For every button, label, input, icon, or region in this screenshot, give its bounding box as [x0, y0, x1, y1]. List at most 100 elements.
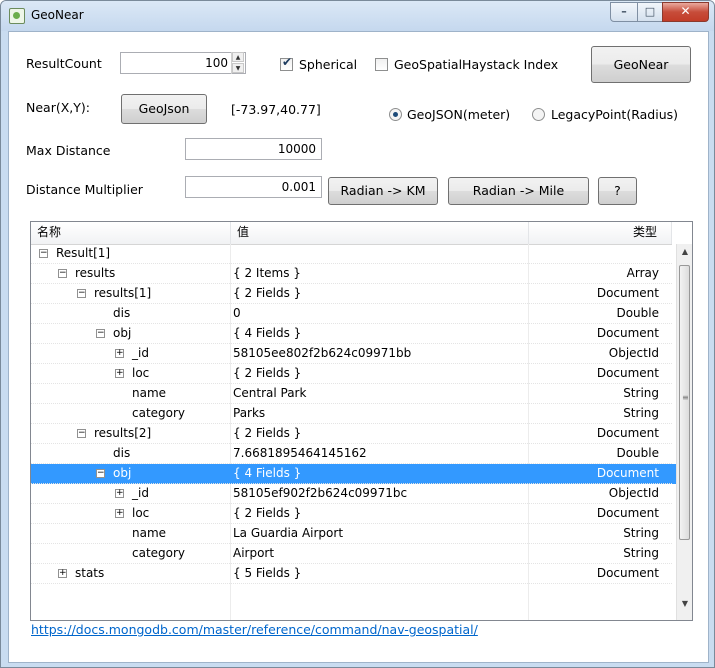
expand-icon[interactable]: + [115, 489, 124, 498]
help-button[interactable]: ? [598, 177, 637, 205]
tree-cell-value: Parks [233, 406, 266, 420]
radian-mile-button[interactable]: Radian -> Mile [448, 177, 589, 205]
collapse-icon[interactable]: − [77, 429, 86, 438]
tree-cell-value: La Guardia Airport [233, 526, 344, 540]
tree-cell-name: dis [31, 304, 228, 324]
tree-node-label: obj [113, 326, 132, 340]
collapse-icon[interactable]: − [39, 249, 48, 258]
tree-node-label: loc [132, 366, 150, 380]
tree-node-label: dis [113, 306, 131, 320]
window-title: GeoNear [31, 8, 84, 22]
tree-row[interactable]: + stats { 5 Fields } Document [31, 564, 677, 584]
haystack-checkbox[interactable] [375, 58, 388, 71]
tree-cell-name: − results [31, 264, 228, 284]
geonear-button[interactable]: GeoNear [591, 46, 691, 83]
scroll-down-icon[interactable]: ▼ [677, 596, 692, 612]
collapse-icon[interactable]: − [96, 329, 105, 338]
tree-cell-value: 0 [233, 306, 241, 320]
radian-km-button[interactable]: Radian -> KM [328, 177, 438, 205]
tree-cell-type: Document [596, 366, 659, 380]
tree-cell-name: − Result[1] [31, 244, 228, 264]
tree-cell-type: Document [596, 326, 659, 340]
tree-row[interactable]: category Parks String [31, 404, 677, 424]
near-coordinates: [-73.97,40.77] [231, 102, 321, 117]
tree-node-label: name [132, 526, 167, 540]
tree-row[interactable]: category Airport String [31, 544, 677, 564]
tree-node-label: results [75, 266, 116, 280]
tree-cell-name: − results[1] [31, 284, 228, 304]
max-distance-input[interactable]: 10000 [185, 138, 322, 160]
tree-cell-value: 58105ee802f2b624c09971bb [233, 346, 412, 360]
maximize-button[interactable]: □ [637, 2, 663, 22]
stepper-down-icon[interactable]: ▼ [232, 63, 244, 73]
result-tree[interactable]: 名称 值 类型 − Result[1] − results{ 2 Items } Arr… [30, 221, 693, 621]
collapse-icon[interactable]: − [58, 269, 67, 278]
geojson-radio[interactable] [389, 108, 402, 121]
scroll-thumb[interactable]: ≡ [679, 265, 690, 540]
tree-row[interactable]: + _id 58105ef902f2b624c09971bc ObjectId [31, 484, 677, 504]
tree-row[interactable]: + loc { 2 Fields } Document [31, 364, 677, 384]
docs-link[interactable]: https://docs.mongodb.com/master/referenc… [31, 622, 478, 637]
tree-row[interactable]: name La Guardia Airport String [31, 524, 677, 544]
collapse-icon[interactable]: − [96, 469, 105, 478]
title-bar[interactable]: GeoNear – □ ✕ [1, 1, 714, 31]
tree-cell-type: Double [616, 306, 659, 320]
tree-row[interactable]: dis 0 Double [31, 304, 677, 324]
tree-row[interactable]: − obj { 4 Fields } Document [31, 464, 677, 484]
tree-cell-value: { 4 Fields } [233, 466, 302, 480]
tree-cell-name: category [31, 544, 228, 564]
tree-row[interactable]: − results[1] { 2 Fields } Document [31, 284, 677, 304]
tree-node-label: stats [75, 566, 105, 580]
tree-cell-name: − obj [31, 324, 228, 344]
tree-cell-type: Document [596, 506, 659, 520]
tree-cell-value: { 2 Fields } [233, 426, 302, 440]
tree-cell-name: − results[2] [31, 424, 228, 444]
tree-header: 名称 值 类型 [31, 222, 672, 245]
distance-multiplier-label: Distance Multiplier [26, 182, 143, 197]
scroll-up-icon[interactable]: ▲ [677, 244, 692, 260]
column-header-name[interactable]: 名称 [31, 222, 231, 244]
result-count-input[interactable]: 100 [120, 52, 246, 74]
expand-icon[interactable]: + [115, 369, 124, 378]
geojson-button[interactable]: GeoJson [121, 94, 207, 124]
expand-icon[interactable]: + [115, 509, 124, 518]
legacy-radio[interactable] [532, 108, 545, 121]
tree-cell-name: name [31, 384, 228, 404]
column-header-value[interactable]: 值 [231, 222, 529, 244]
tree-cell-type: Document [596, 286, 659, 300]
tree-cell-type: Array [626, 266, 659, 280]
tree-row[interactable]: − results { 2 Items } Array [31, 264, 677, 284]
minimize-button[interactable]: – [610, 2, 638, 22]
collapse-icon[interactable]: − [77, 289, 86, 298]
tree-node-label: results[2] [94, 426, 152, 440]
row-separator [31, 583, 672, 584]
tree-row[interactable]: − obj { 4 Fields } Document [31, 324, 677, 344]
tree-cell-name: + loc [31, 504, 228, 524]
tree-row[interactable]: name Central Park String [31, 384, 677, 404]
distance-multiplier-input[interactable]: 0.001 [185, 176, 322, 198]
tree-row[interactable]: − Result[1] [31, 244, 677, 264]
expand-icon[interactable]: + [115, 349, 124, 358]
tree-cell-type: String [623, 546, 659, 560]
geonear-window: GeoNear – □ ✕ ResultCount 100 ▲ ▼ ✔ Sphe… [0, 0, 715, 668]
result-count-stepper[interactable]: ▲ ▼ [231, 52, 244, 74]
stepper-up-icon[interactable]: ▲ [232, 52, 244, 62]
tree-cell-value: { 2 Fields } [233, 506, 302, 520]
tree-node-label: category [132, 546, 186, 560]
column-header-type[interactable]: 类型 [529, 222, 672, 244]
tree-cell-type [529, 244, 659, 264]
tree-cell-value: { 2 Fields } [233, 366, 302, 380]
tree-row[interactable]: dis 7.6681895464145162 Double [31, 444, 677, 464]
tree-cell-type: Document [596, 426, 659, 440]
result-count-label: ResultCount [26, 56, 102, 71]
tree-row[interactable]: + loc { 2 Fields } Document [31, 504, 677, 524]
tree-row[interactable]: − results[2] { 2 Fields } Document [31, 424, 677, 444]
minimize-icon: – [621, 5, 627, 18]
tree-row[interactable]: + _id 58105ee802f2b624c09971bb ObjectId [31, 344, 677, 364]
expand-icon[interactable]: + [58, 569, 67, 578]
spherical-checkbox[interactable]: ✔ [280, 55, 293, 71]
close-button[interactable]: ✕ [662, 2, 709, 22]
tree-cell-type: String [623, 386, 659, 400]
tree-node-label: loc [132, 506, 150, 520]
vertical-scrollbar[interactable]: ▲ ≡ ▼ [676, 244, 692, 620]
